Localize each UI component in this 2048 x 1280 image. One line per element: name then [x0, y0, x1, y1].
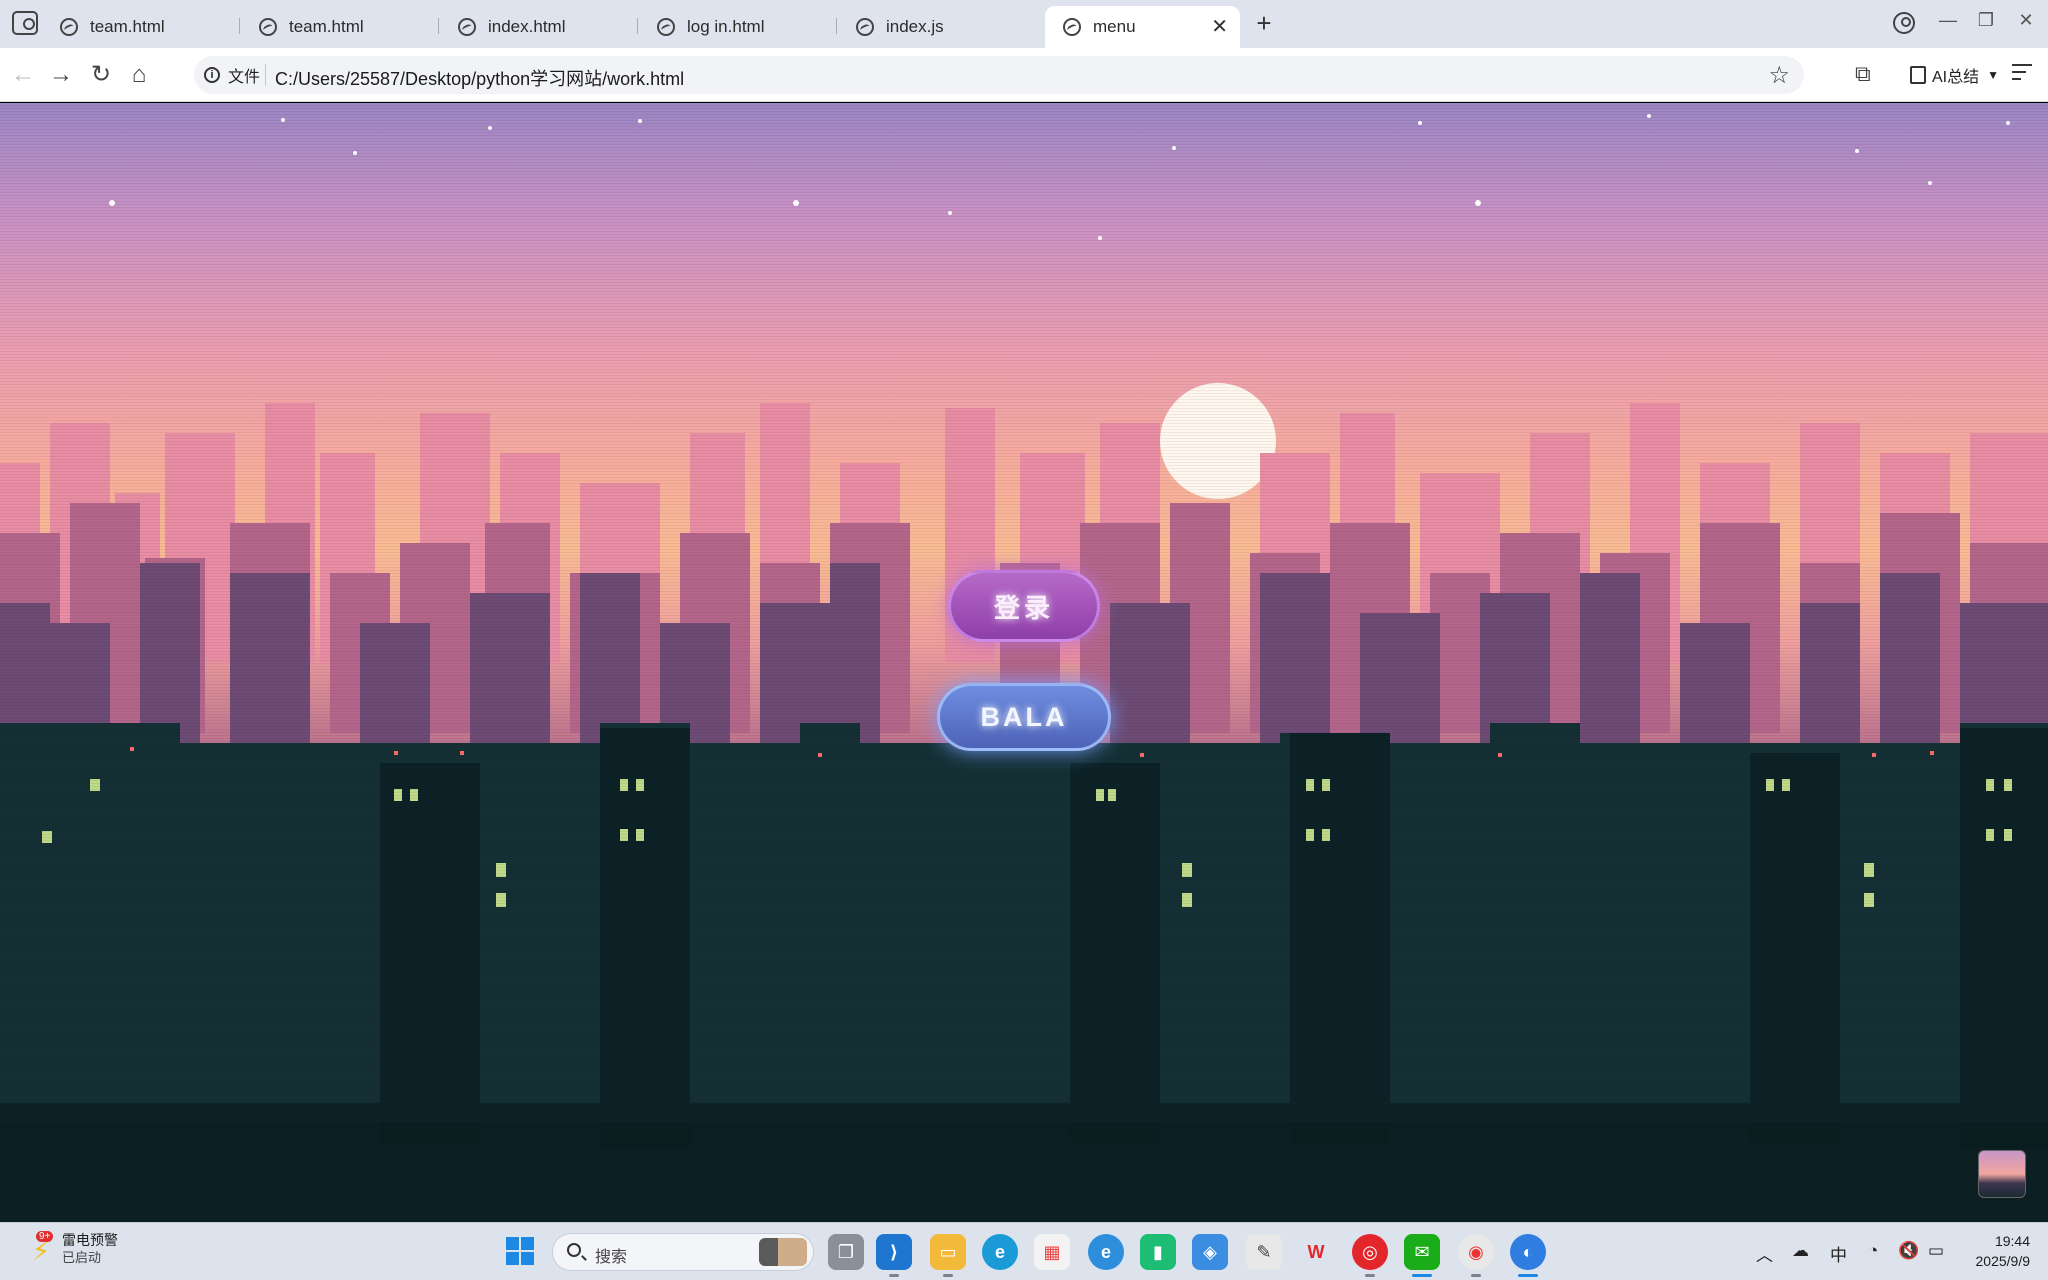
extensions-icon[interactable]: ⧉	[1855, 61, 1871, 87]
info-icon: i	[204, 67, 220, 83]
search-icon	[567, 1243, 581, 1257]
page-favicon-icon	[856, 18, 874, 36]
browser-app-icon[interactable]: ◐	[1510, 1234, 1546, 1277]
wifi-icon[interactable]: ◔	[1868, 1241, 1878, 1261]
tab-strip: team.html team.html index.html log in.ht…	[0, 0, 2048, 48]
ai-summary-label: AI总结	[1932, 69, 1980, 86]
tab-index-html[interactable]: index.html	[440, 6, 638, 48]
chrome-icon[interactable]: ◉	[1458, 1234, 1494, 1277]
tab-label: log in.html	[687, 17, 765, 36]
search-highlight-image	[759, 1238, 807, 1266]
profile-icon[interactable]	[1893, 12, 1915, 34]
clock-date: 2025/9/9	[1975, 1253, 2031, 1269]
wps-icon[interactable]: W	[1298, 1234, 1334, 1270]
weather-status: 已启动	[62, 1250, 102, 1265]
page-favicon-icon	[60, 18, 78, 36]
minimize-icon[interactable]: —	[1934, 10, 1962, 31]
weather-widget[interactable]: ⚡ 9+ 雷电预警 已启动	[28, 1231, 118, 1267]
back-icon[interactable]: ←	[8, 60, 38, 90]
tab-label: team.html	[90, 17, 165, 36]
edge-ai-icon[interactable]: e	[1088, 1234, 1124, 1270]
page-favicon-icon	[259, 18, 277, 36]
taskbar-search[interactable]: 搜索	[552, 1233, 814, 1271]
floating-thumbnail[interactable]	[1978, 1150, 2026, 1198]
clock-time: 19:44	[1994, 1233, 2030, 1249]
ime-indicator[interactable]: 中	[1830, 1241, 1847, 1266]
bala-button[interactable]: BALA	[937, 683, 1111, 751]
page-favicon-icon	[1063, 18, 1081, 36]
reload-icon[interactable]: ↻	[86, 60, 116, 90]
tab-team-2[interactable]: team.html	[241, 6, 439, 48]
browser-toolbar: ← → ↻ ⌂ i 文件 C:/Users/25587/Desktop/pyth…	[0, 48, 2048, 102]
page-favicon-icon	[458, 18, 476, 36]
tab-label: index.js	[886, 17, 944, 36]
home-icon[interactable]: ⌂	[124, 60, 154, 90]
address-bar[interactable]: i 文件 C:/Users/25587/Desktop/python学习网站/w…	[194, 56, 1804, 94]
copilot-icon[interactable]: ◈	[1192, 1234, 1228, 1270]
tab-login[interactable]: log in.html	[639, 6, 837, 48]
tab-team-1[interactable]: team.html	[42, 6, 240, 48]
scheme-label: 文件	[228, 69, 261, 86]
edge-icon[interactable]: e	[982, 1234, 1018, 1270]
battery-icon[interactable]: ▭	[1928, 1241, 1944, 1261]
forward-icon[interactable]: →	[46, 60, 76, 90]
notification-badge: 9+	[36, 1231, 54, 1242]
water-reflection	[0, 1123, 2048, 1222]
taskbar: ⚡ 9+ 雷电预警 已启动 搜索 ❐ ⟩ ▭ e ▦ e ▮ ◈ ✎ W ◎ ✉…	[0, 1222, 2048, 1280]
close-tab-icon[interactable]: ✕	[1211, 14, 1228, 39]
search-placeholder: 搜索	[595, 1249, 628, 1266]
clock[interactable]: 19:44 2025/9/9	[1960, 1231, 2031, 1271]
tab-index-js[interactable]: index.js	[838, 6, 1036, 48]
ai-summary-button[interactable]: AI总结 ▼	[1910, 62, 1999, 88]
weather-title: 雷电预警	[62, 1232, 118, 1248]
tab-menu[interactable]: menu ✕	[1045, 6, 1240, 48]
document-icon	[1910, 66, 1926, 84]
browser-menu-icon[interactable]	[2012, 64, 2032, 85]
close-window-icon[interactable]: ✕	[2012, 10, 2040, 31]
side-panel-icon[interactable]	[12, 11, 38, 35]
lightning-icon: ⚡ 9+	[28, 1231, 54, 1264]
stars	[109, 114, 2010, 240]
site-info[interactable]: i 文件	[204, 63, 260, 87]
file-explorer-icon[interactable]: ▭	[930, 1234, 966, 1277]
wechat-icon[interactable]: ✉	[1404, 1234, 1440, 1277]
vscode-icon[interactable]: ⟩	[876, 1234, 912, 1277]
pixel-city-background	[0, 114, 2048, 1222]
restore-icon[interactable]: ❐	[1972, 10, 2000, 31]
moon	[1160, 383, 1276, 499]
page-favicon-icon	[657, 18, 675, 36]
notepad-icon[interactable]: ✎	[1246, 1234, 1282, 1270]
tab-label: team.html	[289, 17, 364, 36]
task-view-icon[interactable]: ❐	[828, 1234, 864, 1270]
tab-label: menu	[1093, 17, 1136, 36]
page-viewport: 登录 BALA	[0, 103, 2048, 1222]
speaker-muted-icon[interactable]: 🔇	[1898, 1241, 1919, 1261]
show-hidden-icons-icon[interactable]: ︿	[1756, 1241, 1773, 1266]
new-tab-button[interactable]: +	[1251, 8, 1277, 38]
microsoft-store-icon[interactable]: ▦	[1034, 1234, 1070, 1270]
chevron-down-icon: ▼	[1987, 68, 2000, 82]
tab-label: index.html	[488, 17, 566, 36]
bookmark-star-icon[interactable]: ☆	[1768, 61, 1790, 90]
login-button[interactable]: 登录	[948, 570, 1100, 642]
pycharm-icon[interactable]: ▮	[1140, 1234, 1176, 1270]
netease-music-icon[interactable]: ◎	[1352, 1234, 1388, 1277]
onedrive-cloud-icon[interactable]: ☁	[1792, 1241, 1809, 1261]
windows-start-icon[interactable]	[506, 1237, 534, 1265]
url-text[interactable]: C:/Users/25587/Desktop/python学习网站/work.h…	[275, 65, 684, 91]
